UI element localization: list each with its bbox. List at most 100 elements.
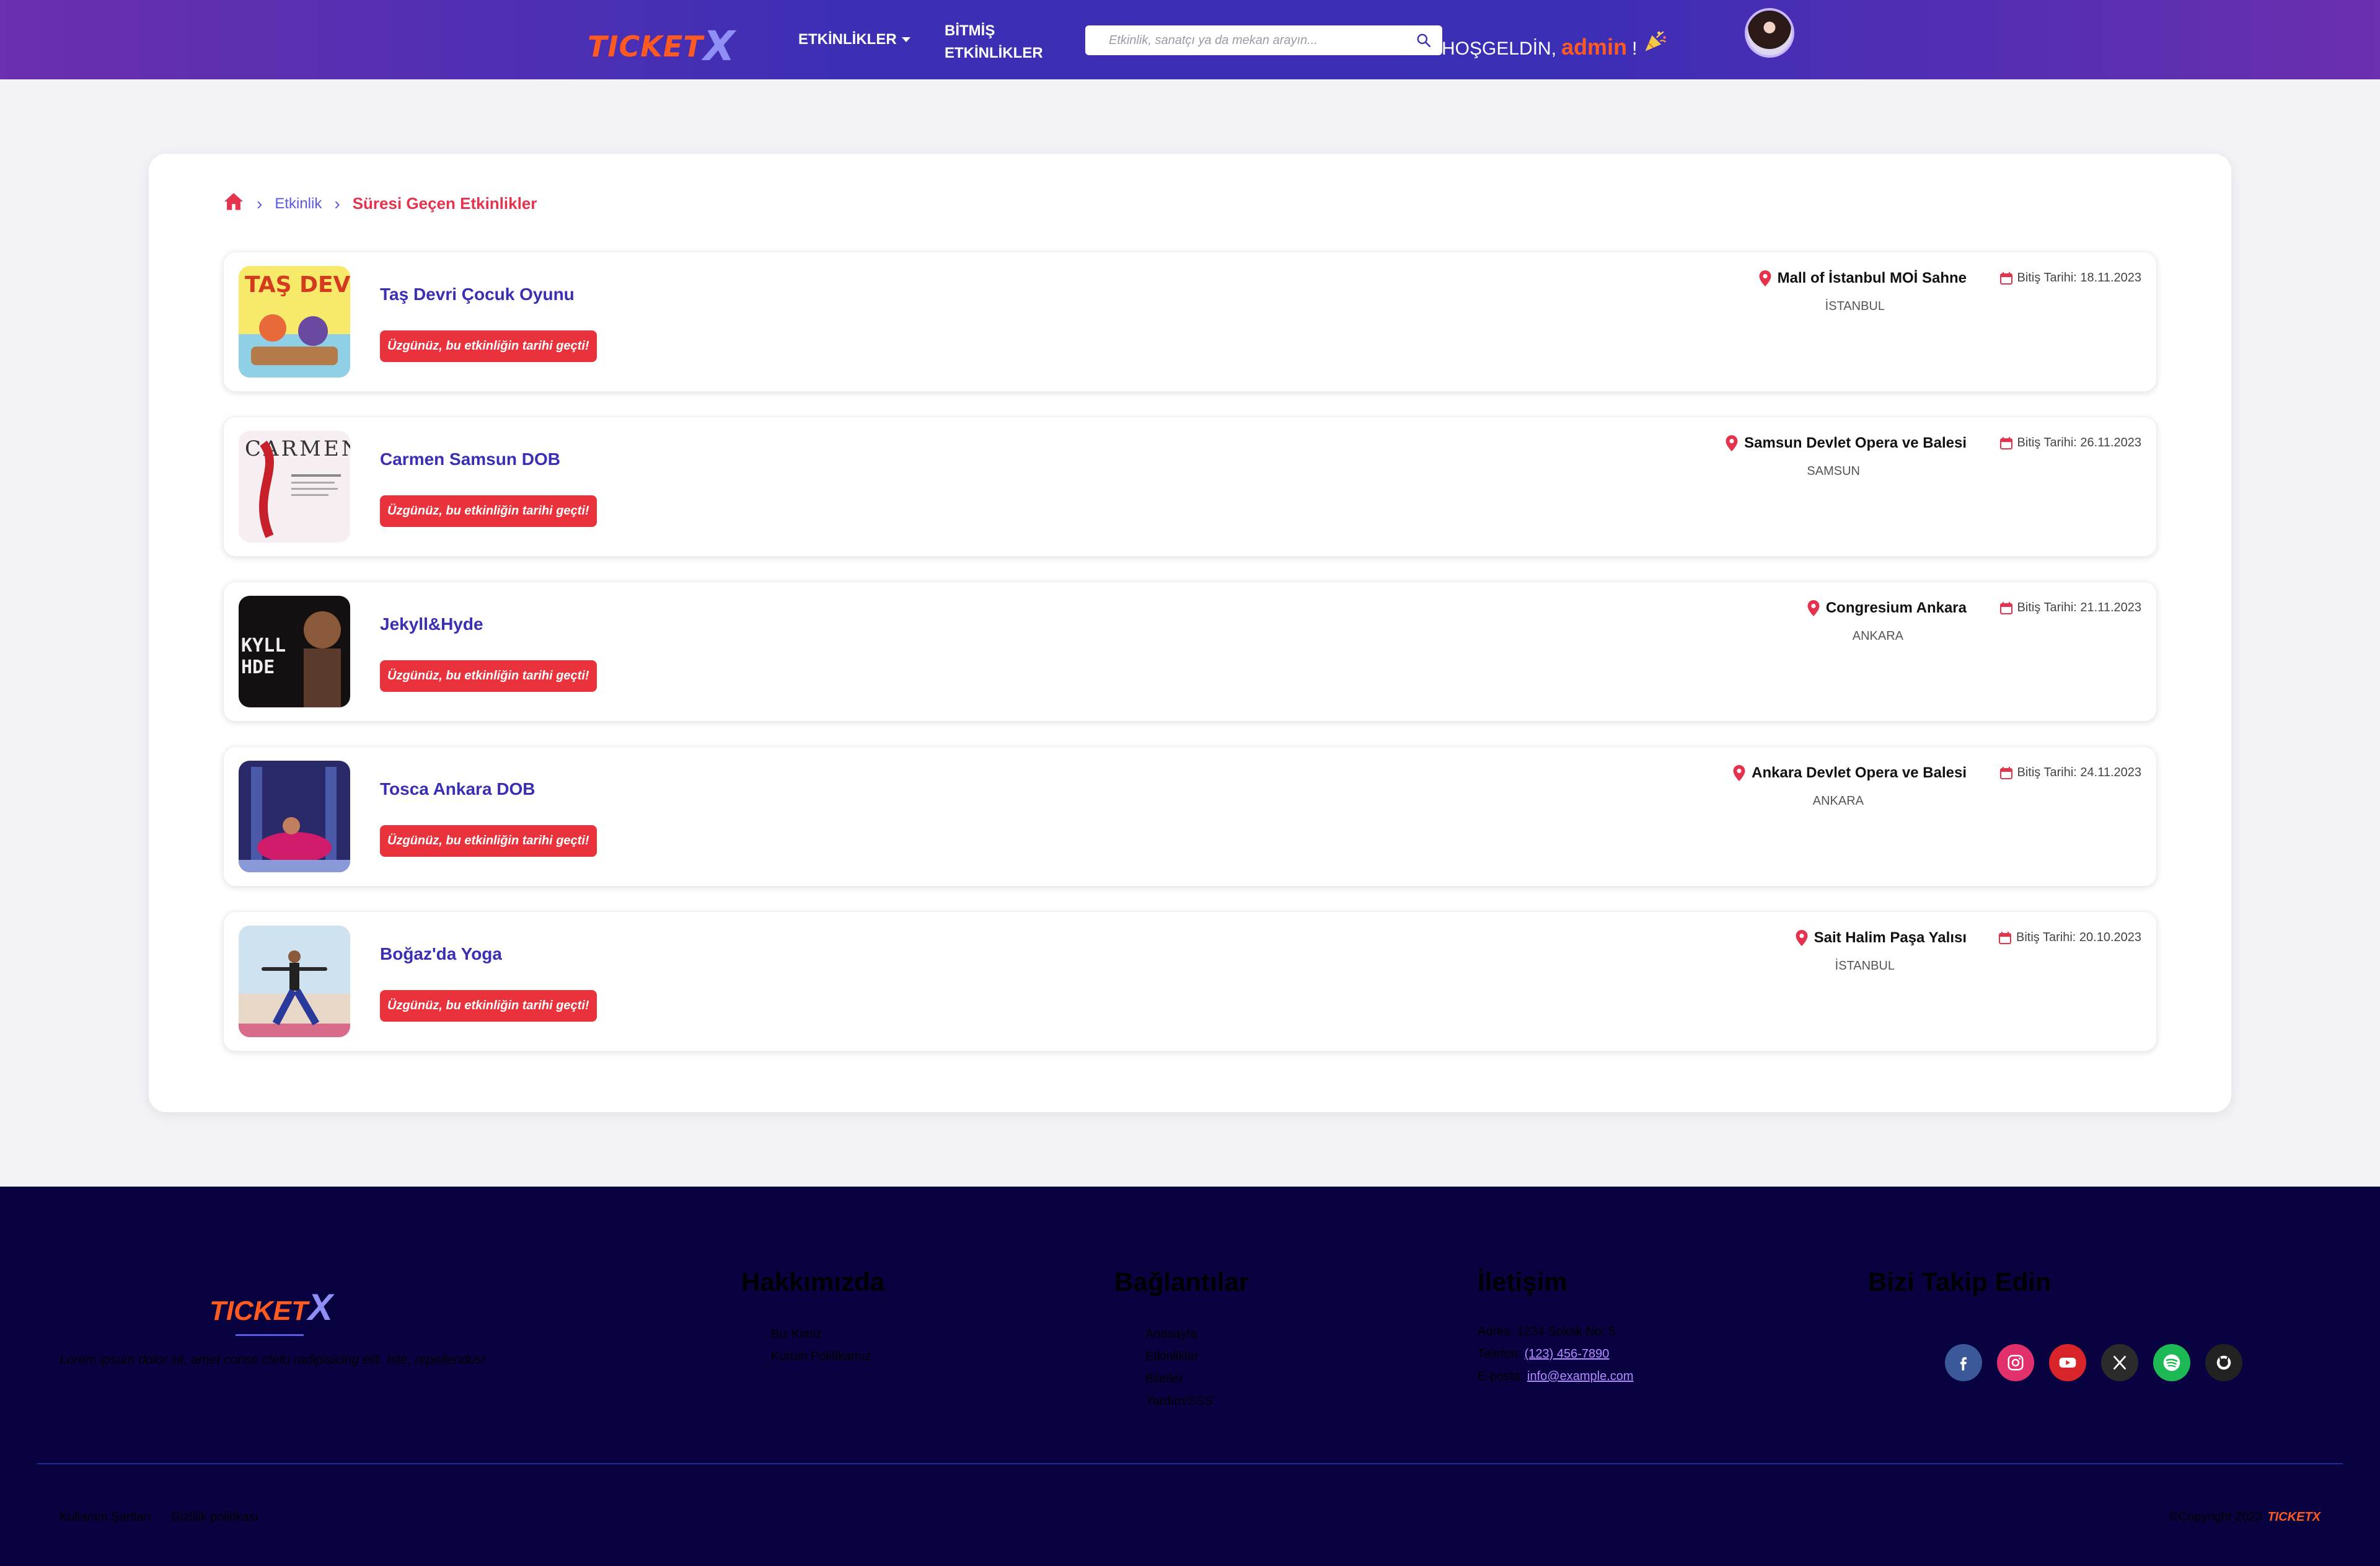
event-end-date: Bitiş Tarihi: 24.11.2023 (1999, 766, 2142, 780)
event-venue: Ankara Devlet Opera ve Balesi (1733, 764, 1967, 782)
svg-text:CARMEN: CARMEN (245, 436, 350, 461)
youtube-icon[interactable] (2049, 1344, 2086, 1381)
avatar[interactable] (1745, 8, 1794, 58)
home-icon[interactable] (223, 192, 244, 215)
chevron-right-icon: › (257, 193, 263, 213)
event-end-date: Bitiş Tarihi: 18.11.2023 (1999, 271, 2142, 285)
event-thumbnail: TAŞ DEVRİ (239, 266, 350, 378)
breadcrumb: › Etkinlik › Süresi Geçen Etkinlikler (223, 192, 537, 215)
footer-address: Adres: 1234 Sokak No: 5 (1478, 1325, 1616, 1338)
footer-email-link[interactable]: info@example.com (1527, 1369, 1633, 1383)
expired-badge: Üzgünüz, bu etkinliğin tarihi geçti! (380, 330, 597, 362)
calendar-icon (1999, 436, 2012, 449)
footer-link-etkinlikler[interactable]: Etkinlikler (1145, 1345, 1213, 1368)
breadcrumb-link-etkinlik[interactable]: Etkinlik (275, 195, 322, 213)
event-venue-name: Sait Halim Paşa Yalısı (1814, 929, 1967, 946)
calendar-icon (1999, 931, 2012, 944)
calendar-icon (1999, 601, 2012, 614)
search-input[interactable] (1085, 25, 1405, 55)
facebook-icon[interactable] (1945, 1344, 1982, 1381)
search-bar (1085, 25, 1442, 55)
event-venue: Mall of İstanbul MOİ Sahne (1759, 270, 1967, 287)
footer-phone-label: Telefon: (1478, 1347, 1522, 1361)
chevron-right-icon: › (334, 193, 340, 213)
spotify-icon[interactable] (2153, 1344, 2190, 1381)
caret-down-icon (901, 37, 910, 42)
footer-description: Lorem ipsum dolor sit, amet conse ctetu … (60, 1353, 486, 1367)
footer-phone-row: Telefon: (123) 456-7890 (1478, 1343, 1634, 1365)
x-icon[interactable] (2101, 1344, 2138, 1381)
search-icon[interactable] (1405, 25, 1442, 55)
svg-text:HDE: HDE (241, 657, 275, 678)
event-title[interactable]: Jekyll&Hyde (380, 614, 483, 634)
nav-finished-label-line1: BİTMİŞ (945, 22, 995, 39)
location-pin-icon (1796, 930, 1808, 946)
footer-email-row: E-posta: info@example.com (1478, 1365, 1634, 1387)
expired-badge: Üzgünüz, bu etkinliğin tarihi geçti! (380, 990, 597, 1022)
footer-terms-link[interactable]: Kullanım Şartları (60, 1510, 151, 1524)
event-card[interactable]: Tosca Ankara DOB Üzgünüz, bu etkinliğin … (223, 746, 2157, 887)
event-end-date-text: Bitiş Tarihi: 24.11.2023 (2017, 766, 2142, 779)
github-icon[interactable] (2205, 1344, 2242, 1381)
breadcrumb-current: Süresi Geçen Etkinlikler (352, 194, 537, 213)
event-venue-name: Congresium Ankara (1825, 599, 1967, 616)
logo-text-x: X (703, 22, 736, 70)
expired-badge: Üzgünüz, bu etkinliğin tarihi geçti! (380, 495, 597, 527)
svg-text:KYLL: KYLL (241, 635, 286, 657)
event-card[interactable]: KYLL HDE Jekyll&Hyde Üzgünüz, bu etkinli… (223, 582, 2157, 722)
footer-legal-links: Kullanım Şartları Gizlilik politikası (60, 1510, 258, 1524)
event-title[interactable]: Carmen Samsun DOB (380, 449, 560, 469)
ticketx-logo[interactable]: TICKETX (588, 19, 736, 70)
top-navbar: TICKETX ETKİNLİKLER BİTMİŞ ETKİNLİKLER H… (0, 0, 2380, 79)
calendar-icon (1999, 766, 2012, 779)
event-venue: Samsun Devlet Opera ve Balesi (1726, 435, 1967, 452)
footer-link-anasayfa[interactable]: Anasayfa (1145, 1323, 1213, 1345)
footer-email-label: E-posta: (1478, 1369, 1524, 1383)
party-popper-icon (1642, 27, 1669, 60)
footer-divider (37, 1463, 2343, 1464)
footer-contact-info: Adres: 1234 Sokak No: 5 Telefon: (123) 4… (1478, 1320, 1634, 1387)
footer-follow-heading: Bizi Takip Edin (1868, 1267, 2052, 1296)
footer-link-biz-kimiz[interactable]: Biz Kimiz (771, 1323, 871, 1345)
footer-link-biletler[interactable]: Biletler (1145, 1368, 1213, 1390)
event-thumbnail (239, 761, 350, 872)
instagram-icon[interactable] (1997, 1344, 2034, 1381)
event-end-date: Bitiş Tarihi: 26.11.2023 (1999, 436, 2142, 450)
footer-privacy-link[interactable]: Gizlilik politikası (171, 1510, 258, 1524)
event-card[interactable]: CARMEN Carmen Samsun DOB Üzgünüz, bu etk… (223, 417, 2157, 557)
event-end-date-text: Bitiş Tarihi: 18.11.2023 (2017, 271, 2142, 285)
event-city: SAMSUN (1807, 464, 1860, 478)
event-title[interactable]: Tosca Ankara DOB (380, 779, 536, 799)
expired-badge: Üzgünüz, bu etkinliğin tarihi geçti! (380, 660, 597, 692)
welcome-suffix: ! (1632, 38, 1637, 59)
event-city: İSTANBUL (1825, 299, 1885, 313)
svg-text:TAŞ DEVRİ: TAŞ DEVRİ (245, 272, 350, 298)
location-pin-icon (1733, 765, 1745, 781)
footer-link-kurum-politikamiz[interactable]: Kurum Politikamız (771, 1345, 871, 1368)
nav-finished-events[interactable]: BİTMİŞ ETKİNLİKLER (945, 20, 1069, 64)
footer-link-yardim-sss[interactable]: Yardım/SSS (1145, 1390, 1213, 1412)
event-card[interactable]: Boğaz'da Yoga Üzgünüz, bu etkinliğin tar… (223, 911, 2157, 1051)
location-pin-icon (1807, 600, 1820, 616)
logo-text-ticket: TICKET (588, 30, 703, 63)
social-links (1945, 1344, 2242, 1381)
event-thumbnail: KYLL HDE (239, 596, 350, 707)
footer-logo[interactable]: TICKETX (209, 1286, 333, 1329)
event-title[interactable]: Boğaz'da Yoga (380, 944, 502, 964)
location-pin-icon (1726, 435, 1738, 451)
nav-events-dropdown[interactable]: ETKİNLİKLER (798, 31, 910, 48)
event-venue-name: Ankara Devlet Opera ve Balesi (1752, 764, 1967, 781)
event-thumbnail: CARMEN (239, 431, 350, 542)
event-thumbnail (239, 926, 350, 1037)
location-pin-icon (1759, 270, 1771, 286)
footer-phone-link[interactable]: (123) 456-7890 (1525, 1347, 1610, 1361)
event-card[interactable]: TAŞ DEVRİ Taş Devri Çocuk Oyunu Üzgünüz,… (223, 252, 2157, 392)
footer-contact-heading: İletişim (1478, 1267, 1567, 1296)
event-venue: Congresium Ankara (1807, 599, 1967, 617)
event-end-date-text: Bitiş Tarihi: 21.11.2023 (2017, 601, 2142, 614)
event-end-date-text: Bitiş Tarihi: 26.11.2023 (2017, 436, 2142, 449)
welcome-message: HOŞGELDİN, admin ! (1442, 27, 1669, 60)
event-end-date: Bitiş Tarihi: 21.11.2023 (1999, 601, 2142, 615)
event-title[interactable]: Taş Devri Çocuk Oyunu (380, 285, 575, 304)
event-venue: Sait Halim Paşa Yalısı (1796, 929, 1967, 947)
